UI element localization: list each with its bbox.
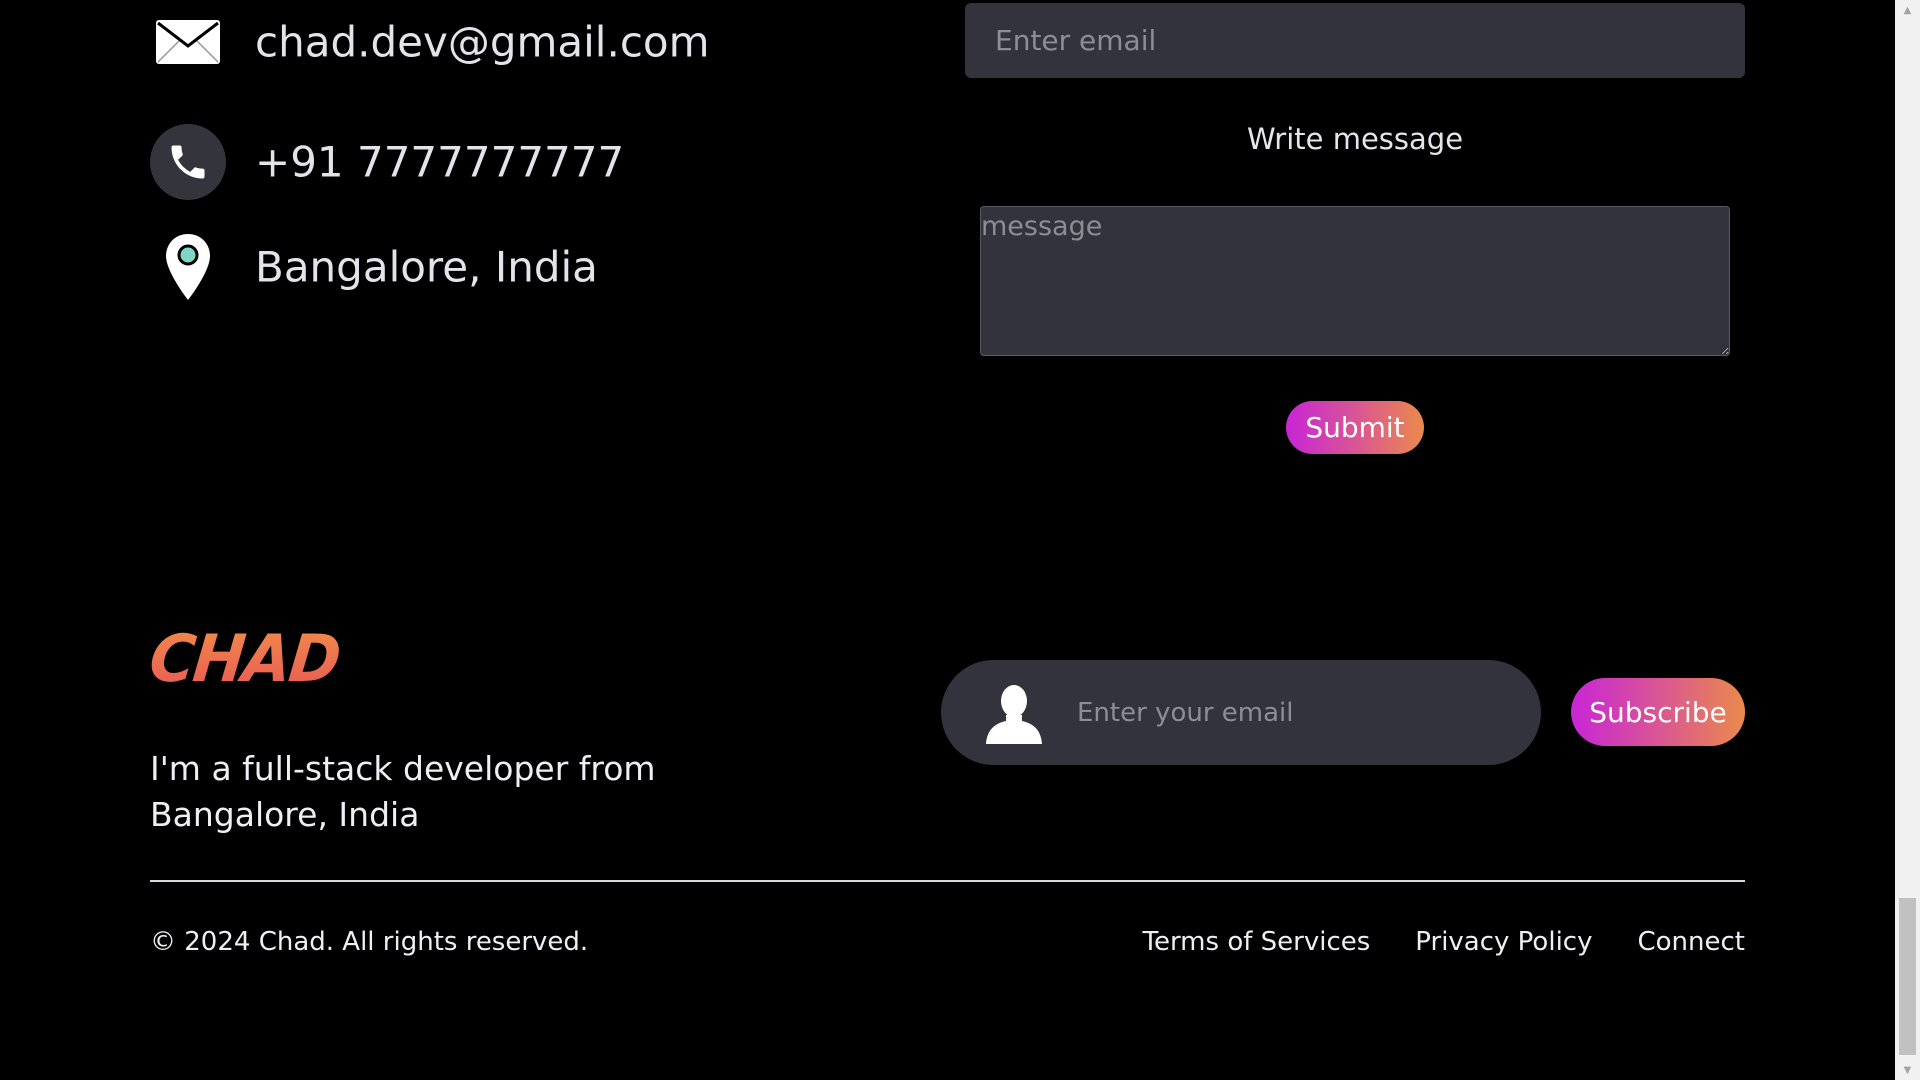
copyright-text: © 2024 Chad. All rights reserved. [150,927,589,957]
footer-link-terms[interactable]: Terms of Services [1142,927,1370,957]
scrollbar-thumb[interactable] [1899,898,1916,1055]
contact-footer-page: chad.dev@gmail.com +91 7777777777 Bangal… [0,0,1895,1080]
contact-phone-text: +91 7777777777 [255,137,625,187]
scroll-up-arrow-icon[interactable]: ▲ [1895,0,1920,20]
contact-location-row: Bangalore, India [150,229,850,305]
subscribe-email-input[interactable] [1075,696,1519,729]
contact-phone-row: +91 7777777777 [150,124,850,200]
footer-link-privacy[interactable]: Privacy Policy [1415,927,1592,957]
footer-link-connect[interactable]: Connect [1637,927,1745,957]
message-textarea[interactable] [980,206,1730,356]
email-field[interactable] [965,3,1745,78]
vertical-scrollbar[interactable]: ▲ ▼ [1895,0,1920,1080]
logo[interactable]: CHAD [146,620,343,697]
location-pin-icon [150,229,226,305]
footer-tagline: I'm a full-stack developer from Bangalor… [150,749,656,834]
contact-email-row: chad.dev@gmail.com [150,4,850,80]
footer-divider [150,880,1745,882]
subscribe-button[interactable]: Subscribe [1571,678,1745,746]
submit-button[interactable]: Submit [1286,401,1424,454]
phone-icon [150,124,226,200]
footer-links: Terms of Services Privacy Policy Connect [1142,927,1745,957]
user-icon [979,678,1049,748]
envelope-icon [150,4,226,80]
subscribe-field-wrapper [941,660,1541,765]
scroll-down-arrow-icon[interactable]: ▼ [1895,1060,1920,1080]
contact-location-text: Bangalore, India [255,242,598,292]
contact-email-text: chad.dev@gmail.com [255,17,710,67]
write-message-label: Write message [1246,122,1464,156]
